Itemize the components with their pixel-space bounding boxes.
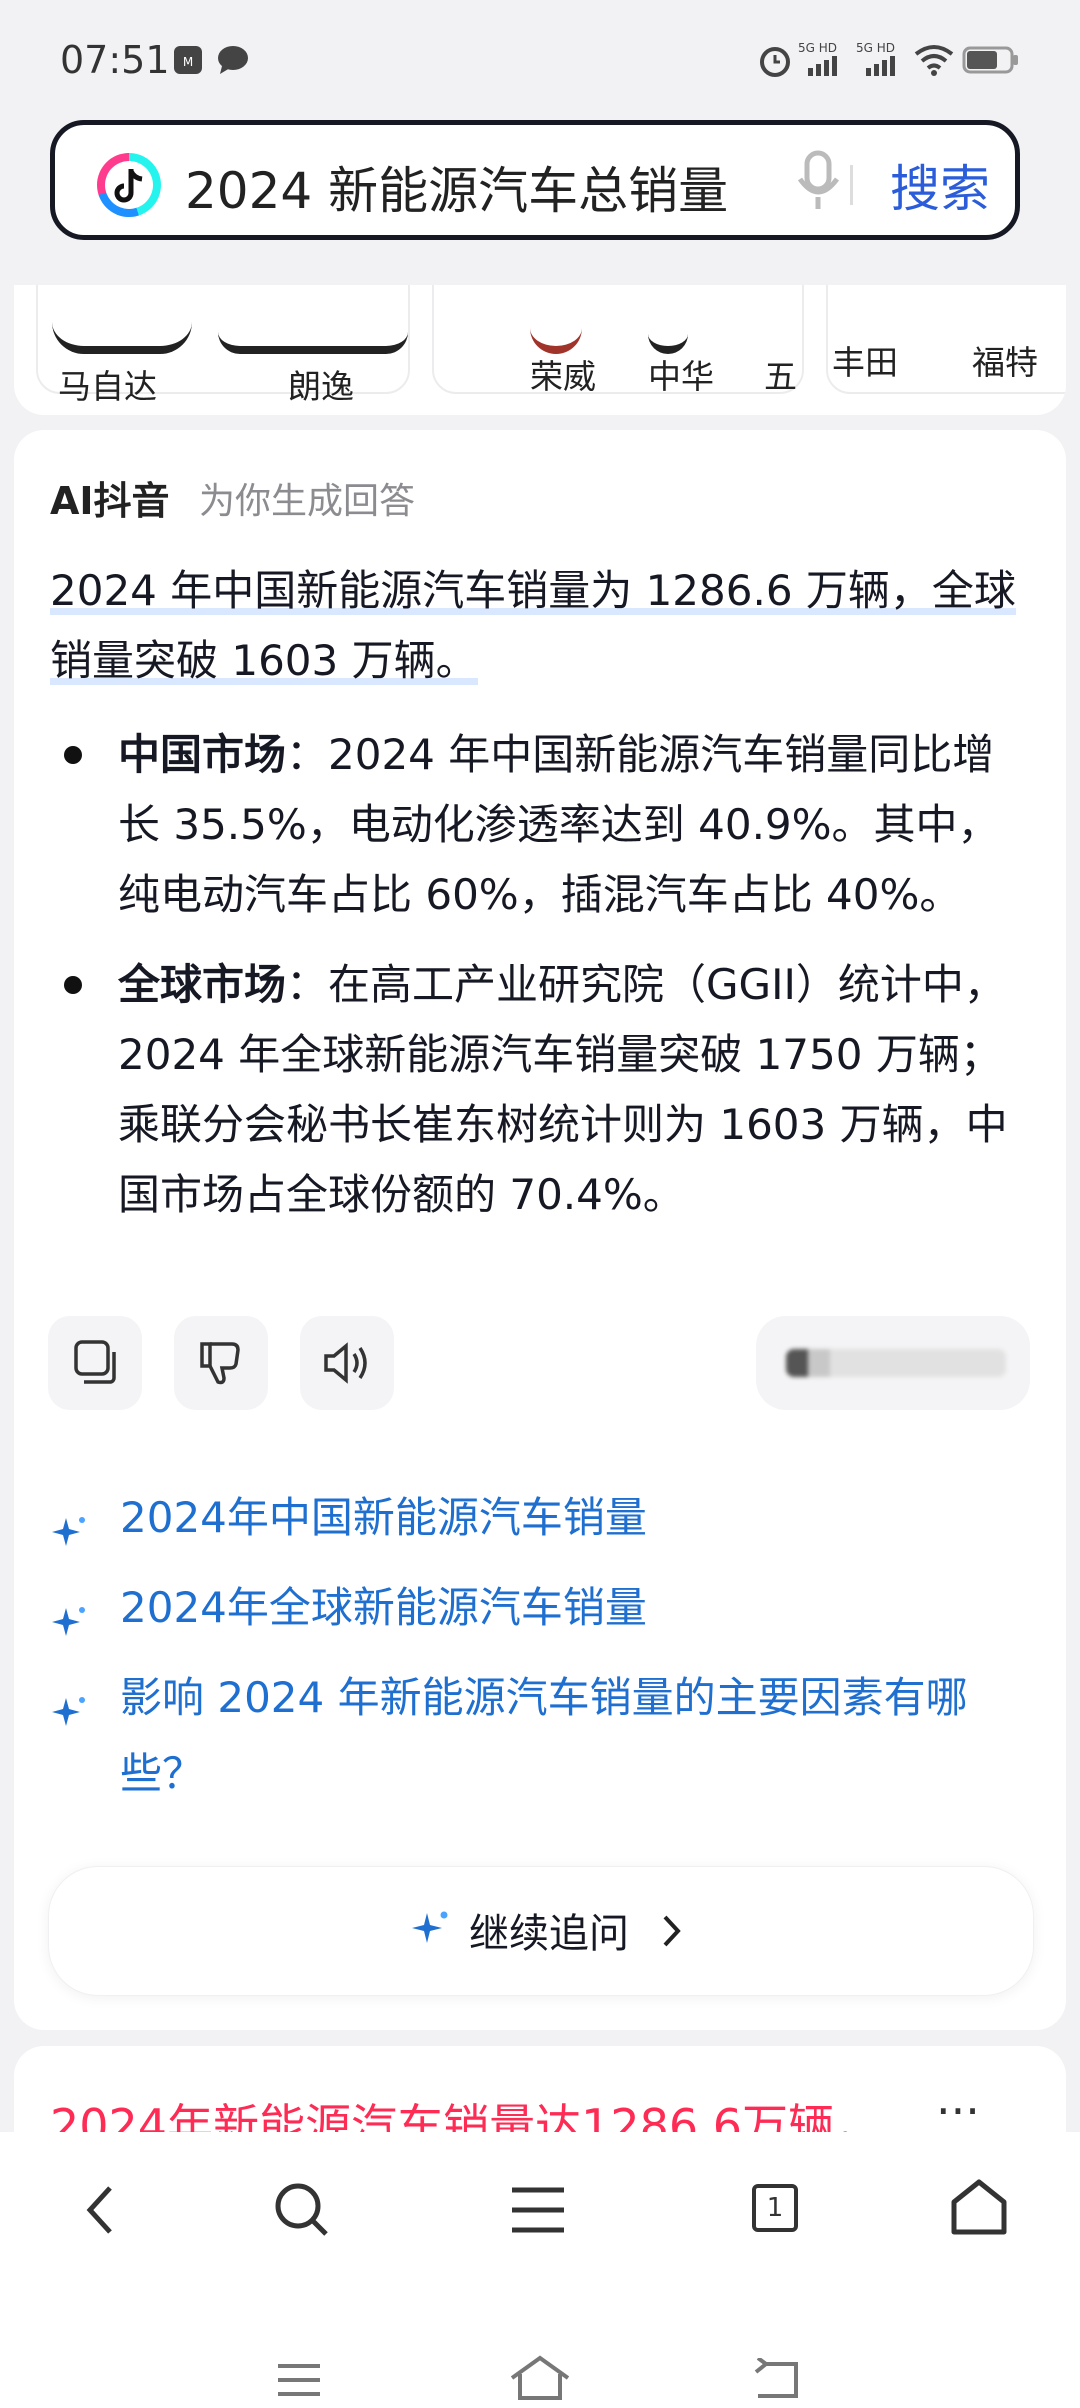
brand-label: 荣威 [530, 357, 596, 396]
more-options-icon[interactable]: ··· [936, 2084, 980, 2138]
system-back-icon[interactable] [752, 2356, 804, 2406]
microphone-icon[interactable] [795, 149, 843, 217]
dislike-button[interactable] [174, 1316, 268, 1410]
sparkle-icon [409, 1907, 453, 1955]
search-box[interactable]: 2024 新能源汽车总销量 搜索 [50, 120, 1020, 240]
brand-label: 朗逸 [288, 367, 354, 406]
search-icon[interactable] [272, 2180, 332, 2244]
menu-icon[interactable] [508, 2184, 568, 2240]
ai-answer-card: AI抖音 为你生成回答 2024 年中国新能源汽车销量为 1286.6 万辆，全… [14, 430, 1066, 2030]
ai-title: AI抖音 [50, 479, 170, 523]
sparkle-icon [50, 1680, 90, 1756]
bottom-navigation: 1 [0, 2132, 1080, 2408]
bullet-label: 中国市场 [118, 730, 287, 779]
suggestion-item[interactable]: 影响 2024 年新能源汽车销量的主要因素有哪些？ [50, 1660, 1030, 1812]
alarm-icon [758, 44, 792, 82]
suggestion-item[interactable]: 2024年中国新能源汽车销量 [50, 1480, 1030, 1556]
douyin-logo-icon [97, 153, 161, 217]
signal-2-icon: 5G HD [856, 40, 908, 82]
brand-label: 马自达 [58, 367, 157, 406]
bullet-global-market: 全球市场：在高工产业研究院（GGII）统计中，2024 年全球新能源汽车销量突破… [64, 950, 1034, 1230]
sparkle-icon [50, 1590, 90, 1666]
ai-summary: 2024 年中国新能源汽车销量为 1286.6 万辆，全球销量突破 1603 万… [50, 566, 1016, 685]
sparkle-icon [50, 1500, 90, 1576]
thumbs-down-icon [200, 1342, 240, 1385]
ai-subtitle: 为你生成回答 [199, 481, 416, 522]
search-input[interactable]: 2024 新能源汽车总销量 [185, 151, 728, 223]
system-menu-icon[interactable] [274, 2360, 324, 2404]
status-time: 07:51 [60, 38, 170, 82]
system-home-icon[interactable] [508, 2354, 572, 2406]
tabs-count-button[interactable]: 1 [752, 2184, 798, 2232]
search-button[interactable]: 搜索 [890, 149, 990, 221]
blurred-source-pill[interactable] [756, 1316, 1030, 1410]
brand-label: 五 [764, 357, 797, 396]
brand-label: 福特 [972, 343, 1038, 382]
continue-ask-label: 继续追问 [469, 1911, 629, 1957]
app-notification-icon: M [172, 44, 204, 80]
suggestion-item[interactable]: 2024年全球新能源汽车销量 [50, 1570, 1030, 1646]
svg-text:5G HD: 5G HD [798, 41, 837, 55]
bullet-dot [64, 976, 82, 994]
read-aloud-button[interactable] [300, 1316, 394, 1410]
copy-icon [74, 1340, 116, 1384]
continue-ask-button[interactable]: 继续追问 [48, 1866, 1034, 1996]
chevron-right-icon [661, 1913, 683, 1953]
bullet-china-market: 中国市场：2024 年中国新能源汽车销量同比增长 35.5%，电动化渗透率达到 … [64, 720, 1034, 930]
svg-text:5G HD: 5G HD [856, 41, 895, 55]
search-header: 2024 新能源汽车总销量 搜索 [0, 100, 1080, 285]
back-icon[interactable] [80, 2180, 120, 2244]
battery-icon [962, 44, 1020, 80]
brand-label: 中华 [648, 357, 714, 396]
bullet-label: 全球市场 [118, 960, 287, 1009]
svg-text:M: M [183, 55, 193, 69]
brand-label: 丰田 [832, 343, 898, 382]
copy-button[interactable] [48, 1316, 142, 1410]
chat-bubble-icon [216, 44, 250, 80]
home-icon[interactable] [948, 2176, 1010, 2242]
speaker-icon [324, 1342, 367, 1384]
divider [850, 165, 853, 205]
signal-1-icon: 5G HD [798, 40, 850, 82]
bullet-dot [64, 746, 82, 764]
wifi-icon [914, 44, 954, 80]
